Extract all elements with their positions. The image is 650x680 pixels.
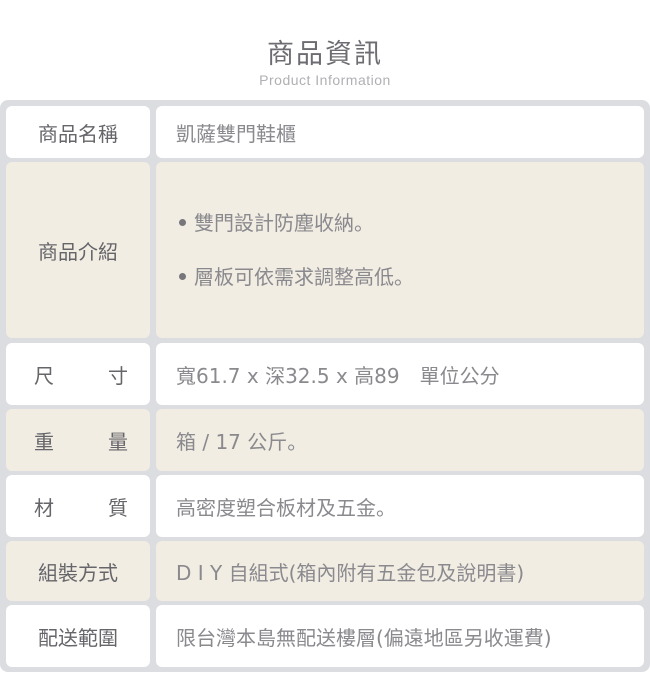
label-char: 量 bbox=[108, 429, 128, 454]
label-char: 寸 bbox=[108, 363, 128, 388]
value-product-intro: 雙門設計防塵收納。 層板可依需求調整高低。 bbox=[156, 162, 644, 338]
label-weight: 重 量 bbox=[6, 409, 150, 471]
value-text: D I Y 自組式(箱內附有五金包及說明書) bbox=[176, 560, 525, 585]
value-delivery: 限台灣本島無配送樓層(偏遠地區另收運費) bbox=[156, 605, 644, 667]
label-dimensions: 尺 寸 bbox=[6, 343, 150, 405]
label-material: 材 質 bbox=[6, 475, 150, 537]
value-text: 寬61.7 x 深32.5 x 高89 單位公分 bbox=[176, 363, 500, 388]
value-text: 高密度塑合板材及五金。 bbox=[176, 495, 396, 520]
label-char: 尺 bbox=[34, 363, 54, 388]
value-text: 限台灣本島無配送樓層(偏遠地區另收運費) bbox=[176, 625, 552, 650]
label-char: 質 bbox=[108, 495, 128, 520]
feature-text: 層板可依需求調整高低。 bbox=[194, 265, 414, 289]
feature-text: 雙門設計防塵收納。 bbox=[194, 211, 374, 235]
value-material: 高密度塑合板材及五金。 bbox=[156, 475, 644, 537]
label-text: 商品介紹 bbox=[38, 239, 118, 264]
value-text: 箱 / 17 公斤。 bbox=[176, 429, 308, 454]
label-text: 重 量 bbox=[6, 426, 150, 455]
feature-item: 層板可依需求調整高低。 bbox=[176, 250, 414, 304]
label-text: 商品名稱 bbox=[38, 121, 118, 146]
bullet-icon bbox=[179, 219, 186, 226]
value-product-name: 凱薩雙門鞋櫃 bbox=[156, 106, 644, 158]
label-text: 尺 寸 bbox=[6, 360, 150, 389]
label-assembly: 組裝方式 bbox=[6, 541, 150, 601]
label-delivery: 配送範圍 bbox=[6, 605, 150, 667]
section-title: 商品資訊 bbox=[267, 39, 383, 70]
label-text: 組裝方式 bbox=[38, 560, 118, 585]
label-product-name: 商品名稱 bbox=[6, 106, 150, 158]
value-dimensions: 寬61.7 x 深32.5 x 高89 單位公分 bbox=[156, 343, 644, 405]
label-product-intro: 商品介紹 bbox=[6, 162, 150, 338]
label-char: 材 bbox=[34, 495, 54, 520]
value-text: 凱薩雙門鞋櫃 bbox=[176, 121, 296, 146]
value-assembly: D I Y 自組式(箱內附有五金包及說明書) bbox=[156, 541, 644, 601]
feature-item: 雙門設計防塵收納。 bbox=[176, 196, 414, 250]
label-text: 配送範圍 bbox=[38, 625, 118, 650]
bullet-icon bbox=[179, 273, 186, 280]
value-weight: 箱 / 17 公斤。 bbox=[156, 409, 644, 471]
label-text: 材 質 bbox=[6, 492, 150, 521]
section-subtitle: Product Information bbox=[259, 72, 391, 88]
feature-list: 雙門設計防塵收納。 層板可依需求調整高低。 bbox=[176, 196, 414, 304]
label-char: 重 bbox=[34, 429, 54, 454]
